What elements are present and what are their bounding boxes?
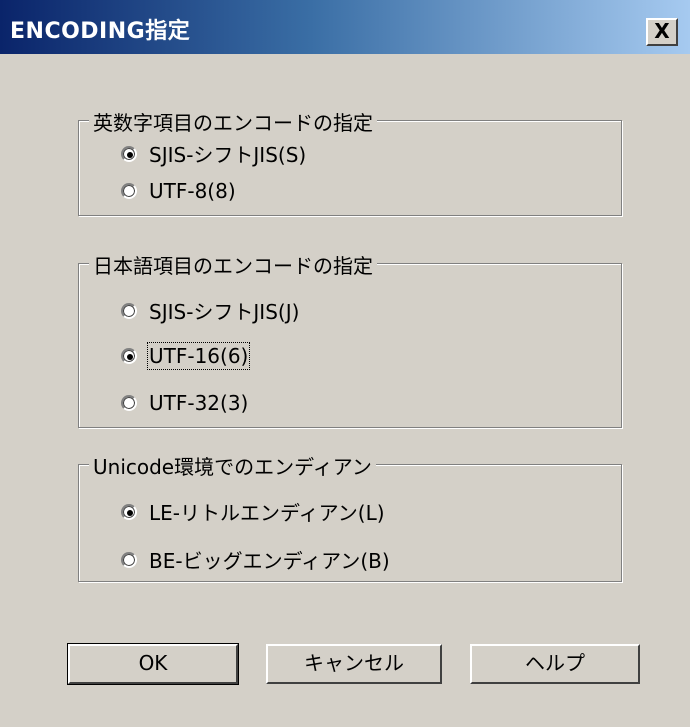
encoding-dialog: ENCODING指定 X 英数字項目のエンコードの指定 SJIS-シフトJIS(… (0, 0, 690, 727)
radio-label: UTF-8(8) (149, 179, 236, 203)
close-icon: X (654, 19, 670, 43)
radio-checked-icon (121, 503, 137, 520)
close-button[interactable]: X (646, 18, 678, 46)
radio-label: BE-ビッグエンディアン(B) (149, 549, 390, 573)
radio-label: LE-リトルエンディアン(L) (149, 501, 385, 525)
radio-jp-sjis[interactable]: SJIS-シフトJIS(J) (121, 296, 299, 325)
group-title: 日本語項目のエンコードの指定 (89, 250, 377, 279)
title-bar[interactable]: ENCODING指定 X (0, 0, 690, 54)
endian-group: Unicode環境でのエンディアン LE-リトルエンディアン(L) BE-ビッグ… (78, 451, 622, 582)
radio-label: SJIS-シフトJIS(J) (149, 300, 300, 324)
cancel-button[interactable]: キャンセル (266, 644, 442, 684)
radio-unchecked-icon (121, 183, 137, 199)
radio-endian-le[interactable]: LE-リトルエンディアン(L) (121, 497, 385, 526)
help-button[interactable]: ヘルプ (470, 644, 640, 684)
radio-jp-utf16[interactable]: UTF-16(6) (121, 342, 251, 370)
radio-alnum-utf8[interactable]: UTF-8(8) (121, 179, 236, 203)
radio-alnum-sjis[interactable]: SJIS-シフトJIS(S) (121, 139, 306, 168)
radio-label: UTF-32(3) (149, 391, 249, 415)
alnum-encoding-group: 英数字項目のエンコードの指定 SJIS-シフトJIS(S) UTF-8(8) (78, 107, 622, 216)
dialog-title: ENCODING指定 (10, 19, 191, 44)
radio-jp-utf32[interactable]: UTF-32(3) (121, 391, 248, 415)
radio-unchecked-icon (121, 302, 137, 319)
group-title: 英数字項目のエンコードの指定 (89, 107, 377, 136)
radio-checked-icon (121, 145, 137, 162)
japanese-encoding-group: 日本語項目のエンコードの指定 SJIS-シフトJIS(J) UTF-16(6) … (78, 250, 622, 428)
radio-unchecked-icon (121, 395, 137, 411)
radio-checked-icon (121, 348, 137, 364)
group-title: Unicode環境でのエンディアン (89, 451, 376, 480)
ok-button[interactable]: OK (67, 643, 239, 685)
radio-endian-be[interactable]: BE-ビッグエンディアン(B) (121, 545, 390, 574)
radio-label: UTF-16(6) (146, 342, 251, 370)
radio-unchecked-icon (121, 551, 137, 568)
radio-label: SJIS-シフトJIS(S) (149, 143, 307, 167)
